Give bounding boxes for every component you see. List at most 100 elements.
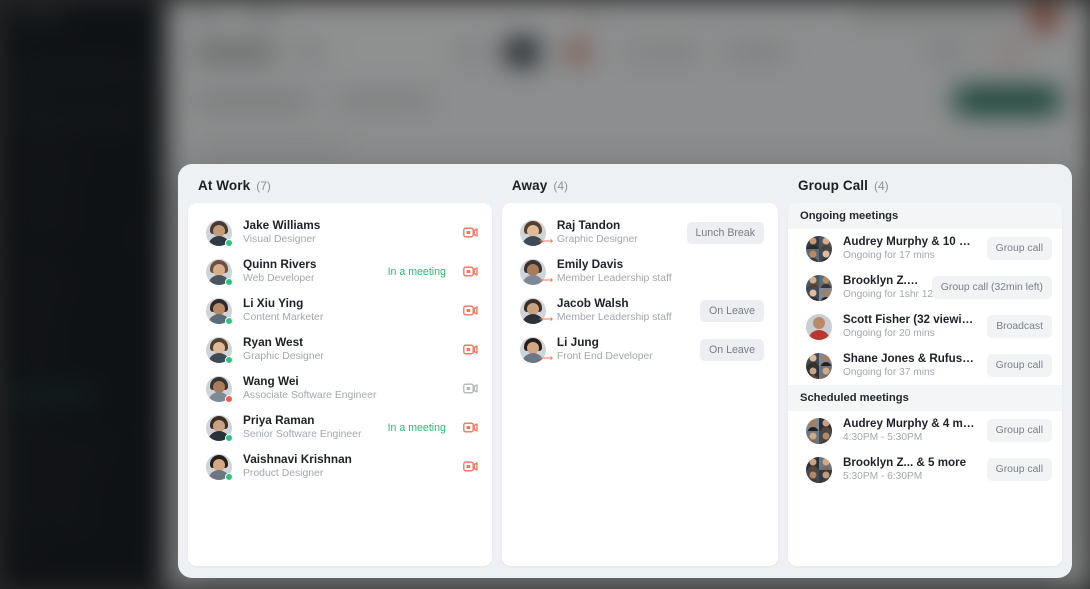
avatar (206, 375, 233, 403)
meeting-title: Audrey Murphy & 10 more (843, 235, 976, 248)
at-work-person-row[interactable]: Li Xiu Ying Content Marketer (188, 291, 492, 330)
video-camera-icon[interactable] (463, 422, 478, 433)
meeting-action-button[interactable]: Group call (986, 458, 1052, 481)
away-header: Away (4) (502, 178, 778, 203)
group-call-title: Group Call (798, 178, 869, 193)
person-name: Wang Wei (243, 374, 299, 388)
meeting-info: Audrey Murphy & 4 more 4:30PM - 5:30PM (843, 416, 976, 445)
meeting-title: Audrey Murphy & 4 more (843, 417, 976, 430)
meeting-subtitle: 4:30PM - 5:30PM (843, 432, 923, 443)
meeting-subtitle: Ongoing for 1shr 12 mins (843, 289, 958, 300)
away-status-pill[interactable]: On Leave (700, 299, 764, 322)
meeting-row[interactable]: Brooklyn Z... & 5 more Ongoing for 1shr … (788, 268, 1062, 307)
person-info: Vaishnavi Krishnan Product Designer (243, 452, 452, 481)
person-info: Jacob Walsh Member Leadership staff (557, 296, 689, 325)
meeting-title: Scott Fisher (32 viewing) (843, 313, 977, 326)
person-name: Raj Tandon (556, 218, 621, 232)
group-call-panel: Ongoing meetings Audrey Murphy & 10 more… (788, 203, 1062, 566)
video-camera-icon[interactable] (463, 461, 478, 472)
group-call-count: (4) (874, 179, 889, 193)
at-work-list: Jake Williams Visual Designer Quinn Rive… (188, 203, 492, 486)
away-arrow-icon: ⟶ (538, 235, 554, 247)
meeting-action-button[interactable]: Group call (986, 237, 1052, 260)
meeting-action-button[interactable]: Group call (32min left) (931, 276, 1052, 299)
avatar (206, 219, 233, 247)
person-info: Priya Raman Senior Software Engineer (243, 413, 377, 442)
meeting-row[interactable]: Audrey Murphy & 4 more 4:30PM - 5:30PM G… (788, 411, 1062, 450)
person-info: Jake Williams Visual Designer (243, 218, 452, 247)
away-status-pill[interactable]: On Leave (700, 338, 764, 361)
meeting-avatar-grid (806, 456, 832, 483)
person-info: Li Jung Front End Developer (557, 335, 689, 364)
person-role: Associate Software Engineer (243, 390, 377, 401)
meeting-info: Audrey Murphy & 10 more Ongoing for 17 m… (843, 234, 976, 263)
meeting-row[interactable]: Scott Fisher (32 viewing) Ongoing for 20… (788, 307, 1062, 346)
status-dot-online (225, 316, 233, 325)
meeting-info: Brooklyn Z... & 5 more 5:30PM - 6:30PM (843, 455, 976, 484)
meeting-action-button[interactable]: Group call (986, 354, 1052, 377)
video-camera-icon[interactable] (463, 266, 478, 277)
status-dot-online (225, 355, 233, 364)
video-camera-icon[interactable] (463, 305, 478, 316)
status-dot-busy (225, 394, 233, 403)
meeting-subtitle: Ongoing for 37 mins (843, 367, 935, 378)
away-person-row[interactable]: ⟶ Jacob Walsh Member Leadership staff On… (502, 291, 778, 330)
person-name: Priya Raman (243, 413, 315, 427)
meeting-row[interactable]: Shane Jones & Rufus Williams Ongoing for… (788, 346, 1062, 385)
away-person-row[interactable]: ⟶ Raj Tandon Graphic Designer Lunch Brea… (502, 213, 778, 252)
at-work-header: At Work (7) (188, 178, 492, 203)
at-work-person-row[interactable]: Jake Williams Visual Designer (188, 213, 492, 252)
person-info: Raj Tandon Graphic Designer (557, 218, 676, 247)
meeting-info: Brooklyn Z... & 5 more Ongoing for 1shr … (843, 273, 958, 302)
person-role: Member Leadership staff (556, 273, 672, 284)
person-name: Jake Williams (243, 218, 321, 232)
at-work-count: (7) (256, 179, 271, 193)
meeting-title: Brooklyn Z... & 5 more (843, 274, 921, 287)
person-info: Ryan West Graphic Designer (243, 335, 452, 364)
person-role: Web Developer (243, 273, 315, 284)
meeting-info: Scott Fisher (32 viewing) Ongoing for 20… (843, 312, 976, 341)
away-person-row[interactable]: ⟶ Li Jung Front End Developer On Leave (502, 330, 778, 369)
meeting-row[interactable]: Audrey Murphy & 10 more Ongoing for 17 m… (788, 229, 1062, 268)
at-work-title: At Work (198, 178, 251, 193)
meeting-action-button[interactable]: Broadcast (987, 315, 1052, 338)
at-work-person-row[interactable]: Wang Wei Associate Software Engineer (188, 369, 492, 408)
person-name: Li Jung (556, 335, 599, 349)
meeting-title: Brooklyn Z... & 5 more (843, 456, 967, 469)
group-section-heading: Scheduled meetings (788, 385, 1062, 411)
person-role: Graphic Designer (243, 351, 324, 362)
avatar (206, 414, 233, 442)
group-section-heading: Ongoing meetings (788, 203, 1062, 229)
meeting-avatar-grid (806, 235, 832, 262)
away-person-row[interactable]: ⟶ Emily Davis Member Leadership staff (502, 252, 778, 291)
column-at-work: At Work (7) Jake Williams Visual Designe… (188, 178, 492, 566)
meeting-avatar-grid (806, 274, 832, 301)
meeting-row[interactable]: Brooklyn Z... & 5 more 5:30PM - 6:30PM G… (788, 450, 1062, 489)
at-work-person-row[interactable]: Quinn Rivers Web Developer In a meeting (188, 252, 492, 291)
meeting-subtitle: Ongoing for 20 mins (843, 328, 935, 339)
at-work-person-row[interactable]: Ryan West Graphic Designer (188, 330, 492, 369)
at-work-panel: Jake Williams Visual Designer Quinn Rive… (188, 203, 492, 566)
person-info: Emily Davis Member Leadership staff (557, 257, 764, 286)
at-work-person-row[interactable]: Vaishnavi Krishnan Product Designer (188, 447, 492, 486)
video-camera-icon[interactable] (463, 344, 478, 355)
person-info: Li Xiu Ying Content Marketer (243, 296, 452, 325)
person-role: Product Designer (243, 468, 324, 479)
avatar: ⟶ (519, 219, 554, 247)
person-info: Quinn Rivers Web Developer (243, 257, 377, 286)
video-camera-icon[interactable] (463, 227, 478, 238)
presence-modal: At Work (7) Jake Williams Visual Designe… (178, 164, 1072, 578)
avatar: ⟶ (519, 336, 554, 364)
meeting-action-button[interactable]: Group call (986, 419, 1052, 442)
meeting-status-tag: In a meeting (387, 265, 446, 278)
at-work-person-row[interactable]: Priya Raman Senior Software Engineer In … (188, 408, 492, 447)
person-role: Content Marketer (243, 312, 324, 323)
person-name: Emily Davis (556, 257, 624, 271)
away-arrow-icon: ⟶ (538, 352, 554, 364)
meeting-avatar (806, 313, 832, 340)
away-status-pill[interactable]: Lunch Break (686, 221, 764, 244)
video-camera-icon[interactable] (463, 383, 478, 394)
avatar (206, 453, 233, 481)
person-role: Member Leadership staff (556, 312, 672, 323)
meeting-status-tag: In a meeting (387, 421, 446, 434)
